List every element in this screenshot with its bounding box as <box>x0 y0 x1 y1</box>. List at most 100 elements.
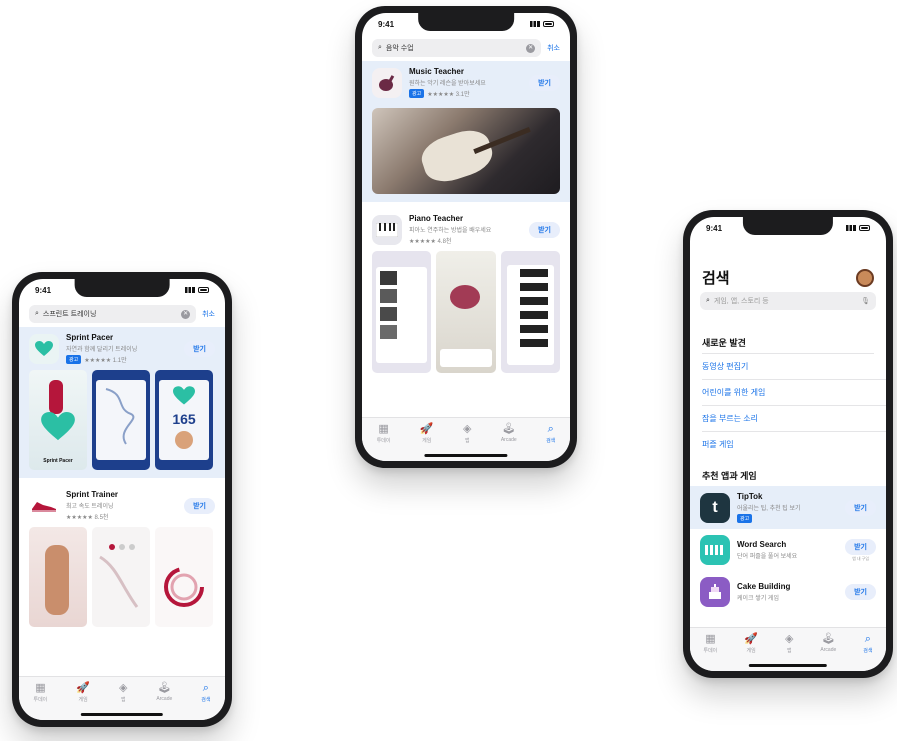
phone-right: 9:41 검색 ⌕ 게임, 앱, 스토리 등 🎙 새로운 발견 동영상 편집기 … <box>683 210 893 678</box>
get-button[interactable]: 받기 <box>845 538 876 555</box>
tab-today[interactable]: ▦ 투데이 <box>377 424 391 461</box>
phone-right-screen: 9:41 검색 ⌕ 게임, 앱, 스토리 등 🎙 새로운 발견 동영상 편집기 … <box>690 217 886 671</box>
search-input[interactable]: ⌕ 음악 수업 ✕ <box>372 39 542 57</box>
ad-badge: 광고 <box>66 355 82 364</box>
tab-today[interactable]: ▦ 투데이 <box>703 634 717 671</box>
stats-panel: 165 <box>159 380 209 460</box>
screenshot: Sprint Pacer <box>29 370 87 470</box>
cancel-button[interactable]: 취소 <box>547 43 560 53</box>
app-meta: Word Search 단어 퍼즐을 풀어 보세요 <box>737 540 838 560</box>
clear-icon[interactable]: ✕ <box>526 43 536 53</box>
status-icons <box>846 225 870 231</box>
discover-link[interactable]: 잠을 부르는 소리 <box>702 406 886 432</box>
get-button[interactable]: 받기 <box>845 499 876 516</box>
search-icon: ⌕ <box>706 297 710 304</box>
search-input[interactable]: ⌕ 스프린트 트레이닝 ✕ <box>29 305 197 323</box>
tab-label: 게임 <box>422 438 432 444</box>
games-icon: 🚀 <box>419 423 434 435</box>
ad-result[interactable]: Music Teacher 원하는 악기 레슨을 받아보세요 광고 ★★★★★ 3… <box>362 61 570 202</box>
in-app-purchase-note: 앱 내 구입 <box>852 555 870 561</box>
search-input[interactable]: ⌕ 게임, 앱, 스토리 등 🎙 <box>700 292 876 310</box>
list-item[interactable]: Cake Building 케이크 쌓기 게임 받기 <box>690 571 886 613</box>
discover-link[interactable]: 동영상 편집기 <box>702 354 886 380</box>
heart-app-icon <box>29 333 59 364</box>
heart-icon <box>173 386 195 405</box>
status-time: 9:41 <box>706 223 723 233</box>
tab-today[interactable]: ▦ 투데이 <box>33 683 47 720</box>
avatar <box>175 431 193 449</box>
avatar[interactable] <box>856 268 874 287</box>
search-icon: ⌕ <box>35 310 39 317</box>
piano-key <box>519 283 548 291</box>
tab-label: 게임 <box>78 697 88 703</box>
tab-search[interactable]: ⌕ 검색 <box>201 683 210 720</box>
tab-label: 투데이 <box>33 697 48 703</box>
get-button[interactable]: 받기 <box>184 497 215 514</box>
search-tab-icon: ⌕ <box>547 423 554 435</box>
apps-icon: ◈ <box>462 423 472 435</box>
page-title: 검색 <box>702 270 730 287</box>
screenshot <box>92 527 150 627</box>
app-rating: ★★★★★ 1.1만 <box>84 358 127 364</box>
app-name: Sprint Trainer <box>66 490 119 499</box>
microphone-icon[interactable]: 🎙 <box>861 297 870 305</box>
search-placeholder: 게임, 앱, 스토리 등 <box>713 298 769 305</box>
arcade-icon: 🕹 <box>821 633 836 645</box>
phone-center: 9:41 ⌕ 음악 수업 ✕ 취소 Music Teacher 원하는 악기 레… <box>355 6 577 468</box>
today-icon: ▦ <box>705 633 716 645</box>
clear-icon[interactable]: ✕ <box>181 309 191 319</box>
guitar-shape <box>416 124 498 188</box>
list-item[interactable]: Music Teacher 원하는 악기 레슨을 받아보세요 광고 ★★★★★ 3… <box>362 61 570 104</box>
app-badge-row: 광고 <box>737 514 838 523</box>
get-button[interactable]: 받기 <box>184 340 215 357</box>
status-icons <box>185 287 209 293</box>
piano-app-icon <box>372 214 402 245</box>
home-indicator <box>748 664 828 667</box>
get-button[interactable]: 받기 <box>529 221 560 238</box>
runner-figure <box>49 380 63 414</box>
app-meta: Sprint Pacer 자연과 함께 달리기 트레이닝 광고 ★★★★★ 1.1… <box>66 333 177 364</box>
cancel-button[interactable]: 취소 <box>202 309 215 319</box>
recommended-title: 추천 앱과 게임 <box>702 471 757 481</box>
screenshot <box>155 527 213 627</box>
list-item[interactable]: Piano Teacher 피아노 연주하는 방법을 배우세요 ★★★★★ 4.… <box>362 208 570 251</box>
get-button[interactable]: 받기 <box>845 584 876 600</box>
word-search-app-icon <box>700 535 730 565</box>
cake-app-icon <box>700 577 730 607</box>
list-item[interactable]: Sprint Trainer 최고 속도 트레이닝 ★★★★★ 8.5천 받기 <box>19 484 225 527</box>
status-icons <box>530 21 554 27</box>
piano-key <box>519 269 548 277</box>
hand-on-keys <box>450 285 481 309</box>
app-meta: Piano Teacher 피아노 연주하는 방법을 배우세요 ★★★★★ 4.… <box>409 214 522 245</box>
list-thumb <box>380 307 398 321</box>
games-icon: 🚀 <box>744 633 758 645</box>
list-item[interactable]: Word Search 단어 퍼즐을 풀어 보세요 받기 앱 내 구입 <box>690 529 886 571</box>
app-rating-row: 광고 ★★★★★ 1.1만 <box>66 355 177 364</box>
screenshot <box>500 251 560 373</box>
screenshot <box>92 370 150 470</box>
tab-search[interactable]: ⌕ 검색 <box>863 634 872 671</box>
arcade-icon: 🕹 <box>157 682 172 694</box>
phone-left-screen: 9:41 ⌕ 스프린트 트레이닝 ✕ 취소 Sprint Pacer 자연과 함… <box>19 279 225 720</box>
phone-center-screen: 9:41 ⌕ 음악 수업 ✕ 취소 Music Teacher 원하는 악기 레… <box>362 13 570 461</box>
app-rating-row: 광고 ★★★★★ 3.1만 <box>409 89 522 98</box>
heart-icon <box>41 412 75 441</box>
tab-search[interactable]: ⌕ 검색 <box>546 424 555 461</box>
discover-link[interactable]: 어린이를 위한 게임 <box>702 380 886 406</box>
piano-key <box>519 325 548 333</box>
screenshot-strip <box>362 251 570 373</box>
app-name: Sprint Pacer <box>66 333 114 342</box>
screenshot-strip <box>19 527 225 627</box>
ad-result[interactable]: Sprint Pacer 자연과 함께 달리기 트레이닝 광고 ★★★★★ 1.1… <box>19 327 225 478</box>
tab-label: Arcade <box>500 437 517 443</box>
ad-badge: 광고 <box>409 89 425 98</box>
signal-icon <box>846 225 856 231</box>
app-subtitle: 원하는 악기 레슨을 받아보세요 <box>409 81 486 87</box>
apps-icon: ◈ <box>784 633 794 645</box>
list-item[interactable]: Sprint Pacer 자연과 함께 달리기 트레이닝 광고 ★★★★★ 1.1… <box>19 327 225 370</box>
list-item[interactable]: t TipTok 어울리는 팁, 추천 팁 보기 광고 받기 <box>690 486 886 529</box>
discover-link[interactable]: 퍼즐 게임 <box>702 432 886 457</box>
tab-label: 앱 <box>120 697 126 703</box>
get-button[interactable]: 받기 <box>529 74 560 91</box>
games-icon: 🚀 <box>76 682 90 694</box>
